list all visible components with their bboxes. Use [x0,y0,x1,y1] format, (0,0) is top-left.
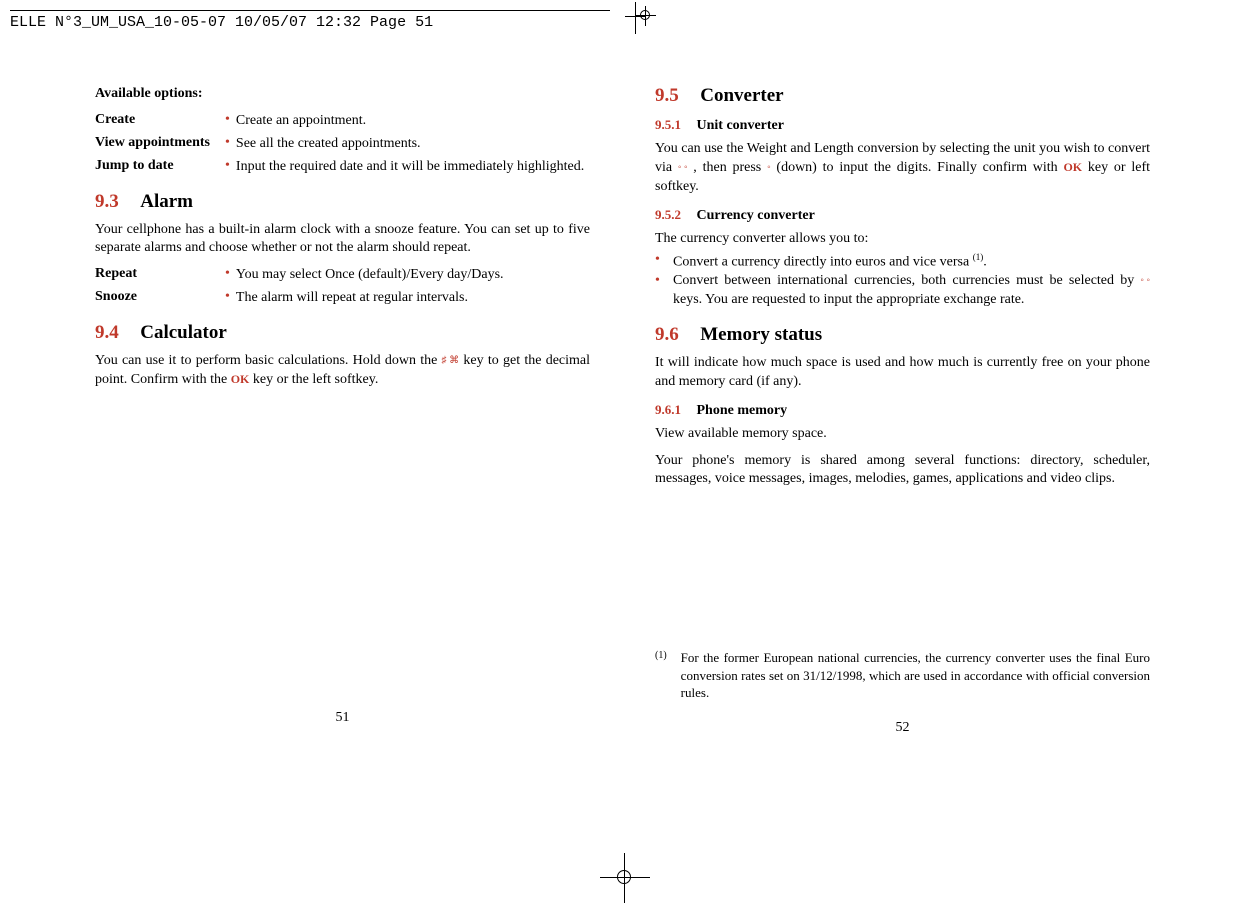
bullet-icon: • [225,158,230,174]
currency-bullets: • Convert a currency directly into euros… [655,251,1150,310]
option-desc: The alarm will repeat at regular interva… [236,289,590,308]
bullet-item: • Convert a currency directly into euros… [655,251,1150,273]
page-number-left: 51 [95,710,590,726]
alarm-paragraph: Your cellphone has a built-in alarm cloc… [95,221,590,259]
section-title: Converter [700,85,783,106]
section-number: 9.4 [95,322,119,343]
registration-mark-top [640,10,650,20]
option-row: View appointments • See all the created … [95,135,590,154]
option-desc: Create an appointment. [236,112,590,131]
down-key-icon: ◦ [767,161,771,175]
text: , then press [693,160,767,175]
subsection-9-5-1-heading: 9.5.1 Unit converter [655,117,1150,134]
option-row: Repeat • You may select Once (default)/E… [95,266,590,285]
option-label: View appointments [95,135,225,151]
memory-paragraph: It will indicate how much space is used … [655,354,1150,392]
text: keys. You are requested to input the app… [673,292,1024,307]
option-label: Snooze [95,289,225,305]
available-options-heading: Available options: [95,85,590,104]
bullet-icon: • [655,272,673,291]
registration-mark-bottom [617,870,631,884]
text: key or the left softkey. [253,372,378,387]
bullet-icon: • [225,266,230,282]
subsection-title: Unit converter [697,118,784,133]
section-9-3-heading: 9.3 Alarm [95,191,590,213]
footnote-ref: (1) [973,252,984,262]
bullet-icon: • [655,251,673,270]
section-title: Calculator [140,322,227,343]
hash-key-icon: ♯ ⌘ [442,354,460,368]
section-9-6-heading: 9.6 Memory status [655,324,1150,346]
section-number: 9.3 [95,191,119,212]
subsection-title: Currency converter [697,208,815,223]
page-spread: Available options: Create • Create an ap… [95,85,1150,736]
page-left: Available options: Create • Create an ap… [95,85,590,736]
options-table: Create • Create an appointment. View app… [95,112,590,177]
footnote-marker: (1) [655,649,667,702]
nav-keys-icon: ◦ ◦ [1140,274,1150,288]
option-label: Repeat [95,266,225,282]
bullet-text: Convert between international currencies… [673,272,1150,310]
option-desc: You may select Once (default)/Every day/… [236,266,590,285]
option-desc: Input the required date and it will be i… [236,158,590,177]
option-row: Snooze • The alarm will repeat at regula… [95,289,590,308]
section-title: Alarm [140,191,193,212]
ok-key-icon: OK [231,372,250,386]
alarm-options: Repeat • You may select Once (default)/E… [95,266,590,308]
text: . [983,254,987,269]
option-desc: See all the created appointments. [236,135,590,154]
subsection-9-6-1-heading: 9.6.1 Phone memory [655,402,1150,419]
nav-keys-icon: ◦ ◦ [678,161,688,175]
option-row: Jump to date • Input the required date a… [95,158,590,177]
bullet-icon: • [225,112,230,128]
text: You can use it to perform basic calculat… [95,353,442,368]
option-label: Jump to date [95,158,225,174]
page-number-right: 52 [655,720,1150,736]
ok-key-icon: OK [1063,160,1082,174]
page-right: 9.5 Converter 9.5.1 Unit converter You c… [655,85,1150,736]
footnote: (1) For the former European national cur… [655,649,1150,702]
section-number: 9.6 [655,324,679,345]
print-header: ELLE N°3_UM_USA_10-05-07 10/05/07 12:32 … [10,10,610,31]
text: (down) to input the digits. Finally conf… [776,160,1063,175]
unit-converter-paragraph: You can use the Weight and Length conver… [655,140,1150,197]
bullet-icon: • [225,135,230,151]
option-row: Create • Create an appointment. [95,112,590,131]
bullet-text: Convert a currency directly into euros a… [673,251,1150,273]
section-number: 9.5 [655,85,679,106]
text: Convert between international currencies… [673,273,1140,288]
section-9-5-heading: 9.5 Converter [655,85,1150,107]
subsection-number: 9.5.1 [655,117,681,132]
subsection-title: Phone memory [697,403,788,418]
bullet-icon: • [225,289,230,305]
phone-memory-p2: Your phone's memory is shared among seve… [655,452,1150,490]
option-label: Create [95,112,225,128]
phone-memory-p1: View available memory space. [655,425,1150,444]
currency-intro: The currency converter allows you to: [655,230,1150,249]
section-9-4-heading: 9.4 Calculator [95,322,590,344]
bullet-item: • Convert between international currenci… [655,272,1150,310]
calculator-paragraph: You can use it to perform basic calculat… [95,352,590,390]
footnote-text: For the former European national currenc… [681,649,1150,702]
subsection-number: 9.6.1 [655,402,681,417]
subsection-number: 9.5.2 [655,207,681,222]
text: Convert a currency directly into euros a… [673,254,973,269]
subsection-9-5-2-heading: 9.5.2 Currency converter [655,207,1150,224]
section-title: Memory status [700,324,822,345]
